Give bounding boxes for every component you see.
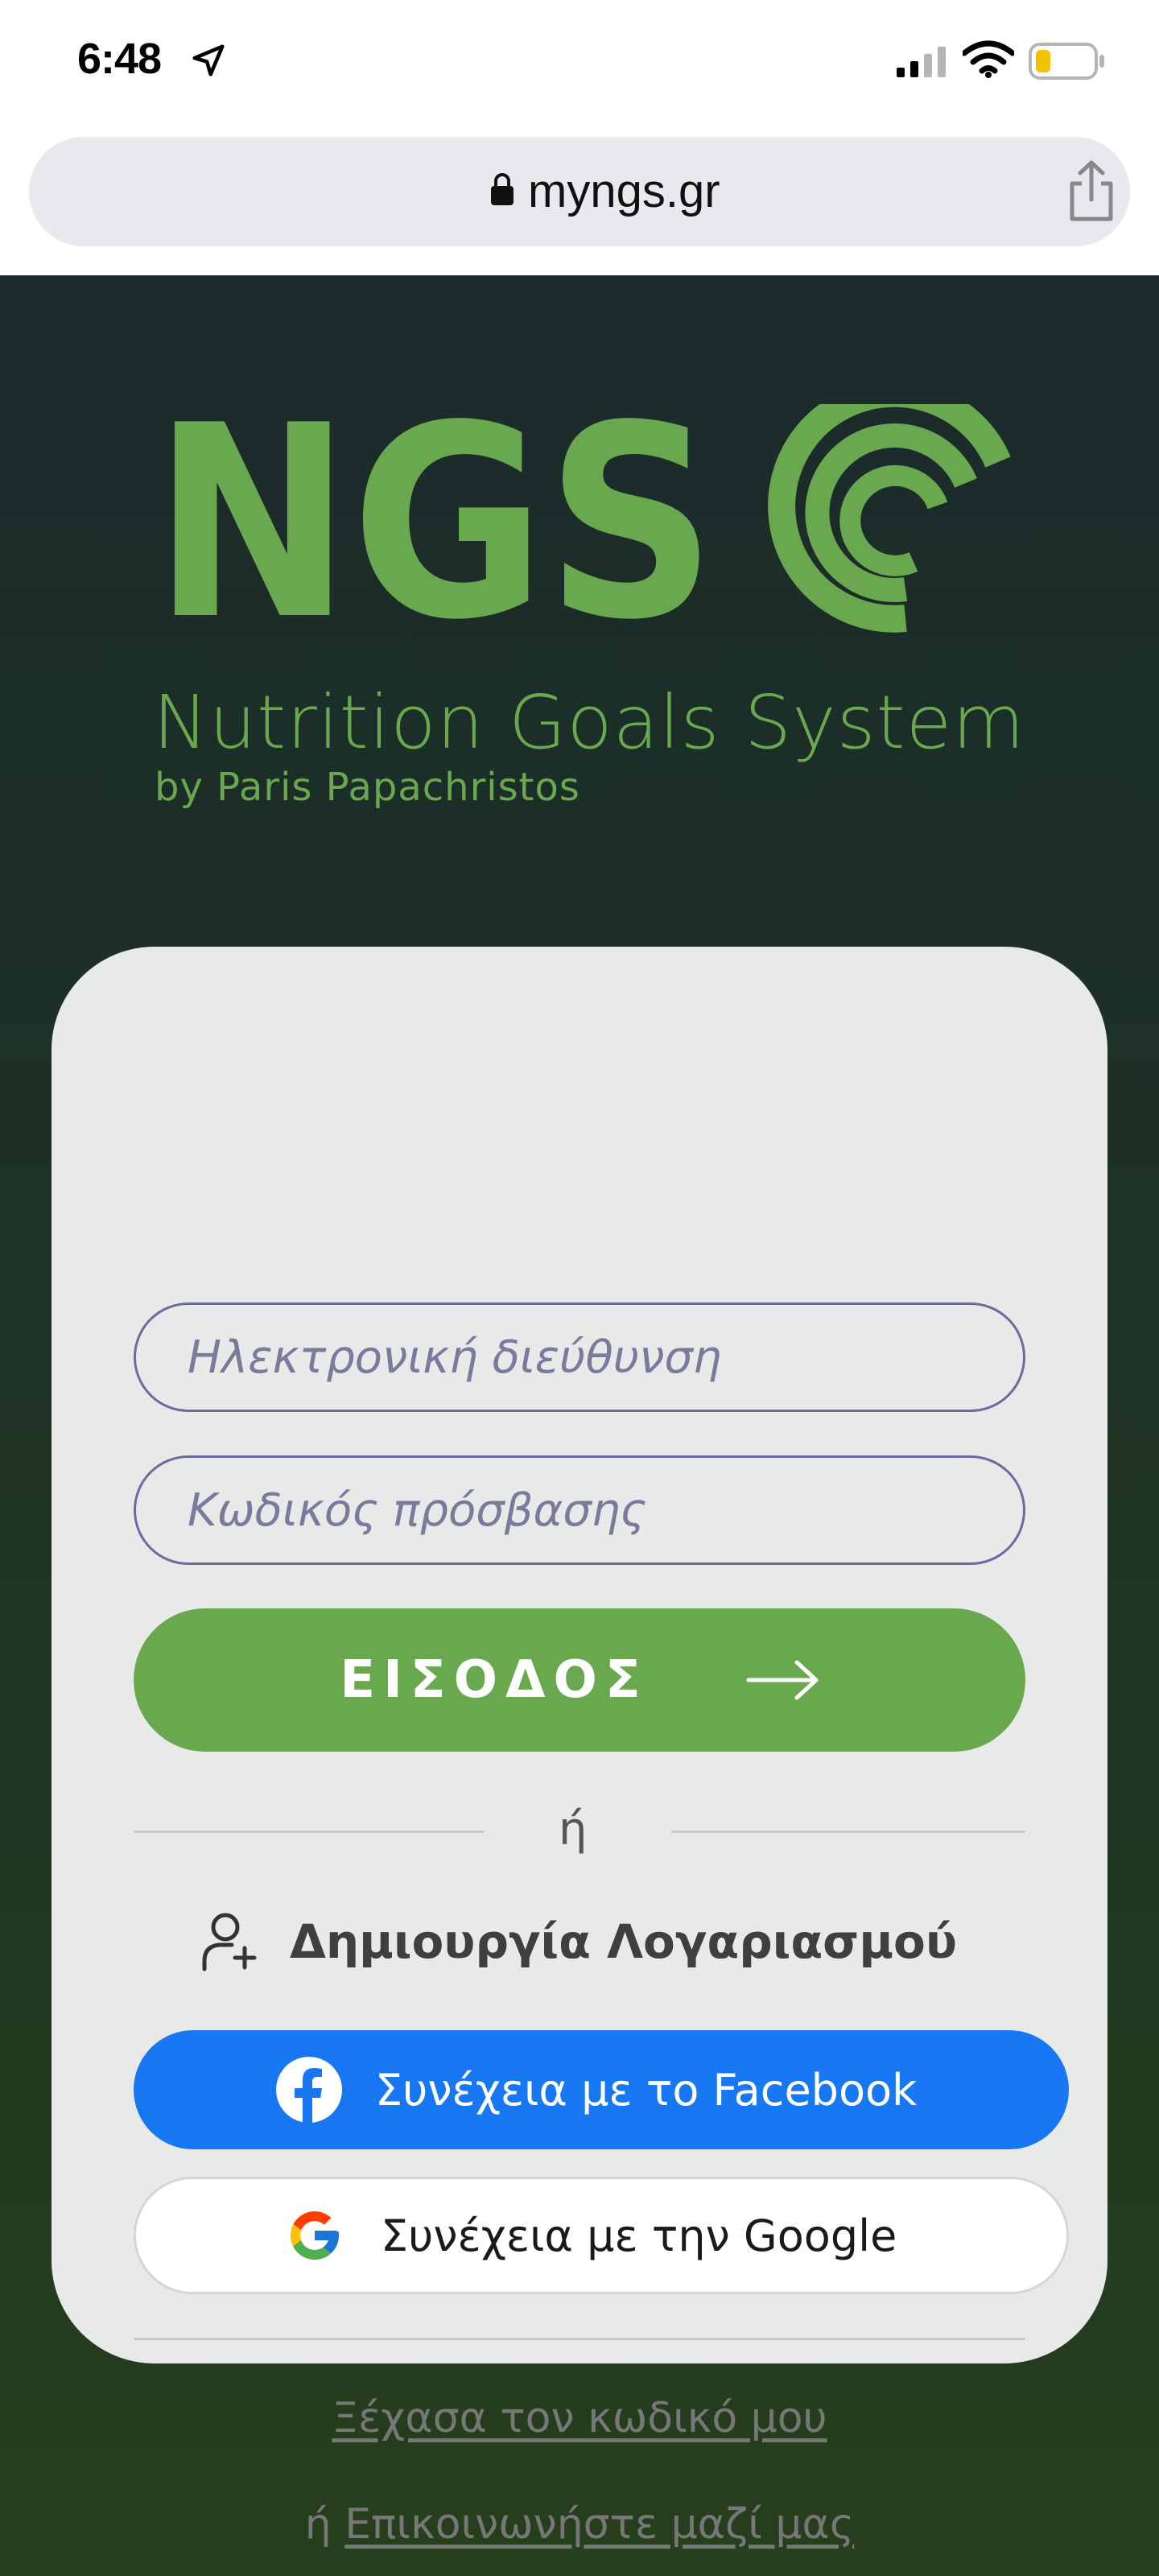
wifi-icon (963, 40, 1014, 78)
create-account-label: Δημιουργία Λογαριασμού (290, 1914, 958, 1969)
create-account-link[interactable]: Δημιουργία Λογαριασμού (201, 1901, 957, 1982)
lock-icon (491, 173, 514, 205)
facebook-button-label: Συνέχεια με το Facebook (375, 2064, 918, 2116)
logo-text: NGS (153, 404, 716, 670)
or-separator: ή (559, 1803, 588, 1856)
user-add-icon (202, 1913, 257, 1971)
forgot-password-link[interactable]: Ξέχασα τον κωδικό μου (52, 2394, 1107, 2442)
login-card: ΕΙΣΟΔΟΣ ή Δημιουργία Λογαριασμού Συνέχει… (52, 947, 1107, 2549)
arrow-right-icon (746, 1660, 819, 1700)
divider-right (671, 1831, 1025, 1833)
status-time: 6:48 (77, 35, 162, 83)
address-bar[interactable]: myngs.gr (29, 137, 1130, 246)
battery-low-icon (1029, 43, 1104, 80)
logo-swirl-icon (768, 404, 1011, 633)
google-login-button[interactable]: Συνέχεια με την Google (134, 2177, 1069, 2294)
login-page: NGS Nutrition Goals System by Paris Papa… (0, 275, 1159, 2576)
facebook-login-button[interactable]: Συνέχεια με το Facebook (134, 2030, 1069, 2149)
ngs-logo: NGS (153, 404, 1011, 670)
cellular-signal-icon (897, 47, 946, 77)
login-button[interactable]: ΕΙΣΟΔΟΣ (134, 1608, 1025, 1752)
brand-name: Nutrition Goals System (153, 679, 1025, 766)
password-field[interactable] (134, 1455, 1025, 1565)
url-text: myngs.gr (528, 165, 720, 217)
contact-line: ή Επικοινωνήστε μαζί μας (52, 2500, 1107, 2549)
google-icon (291, 2211, 339, 2260)
contact-us-link[interactable]: Επικοινωνήστε μαζί μας (344, 2500, 854, 2549)
share-icon[interactable] (1061, 158, 1122, 225)
google-button-label: Συνέχεια με την Google (381, 2210, 897, 2261)
email-field[interactable] (134, 1302, 1025, 1412)
divider-bottom (134, 2338, 1025, 2340)
brand-byline: by Paris Papachristos (155, 765, 580, 810)
divider-left (134, 1831, 485, 1833)
status-bar: 6:48 (0, 0, 1159, 129)
location-arrow-icon (192, 44, 225, 76)
contact-prefix: ή (304, 2500, 332, 2549)
login-button-label: ΕΙΣΟΔΟΣ (340, 1650, 649, 1710)
facebook-icon (276, 2057, 342, 2124)
